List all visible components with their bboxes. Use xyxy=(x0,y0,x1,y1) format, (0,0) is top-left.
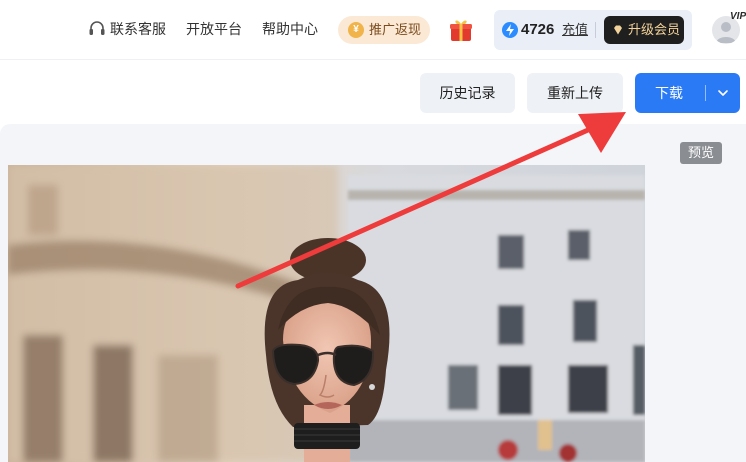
upgrade-vip-button[interactable]: 升级会员 xyxy=(604,16,684,44)
divider xyxy=(595,22,596,38)
upgrade-label: 升级会员 xyxy=(628,22,681,37)
preview-photo xyxy=(8,165,645,462)
promo-label: 推广返现 xyxy=(369,22,422,37)
chevron-down-icon[interactable] xyxy=(716,86,730,100)
coin-icon: ¥ xyxy=(348,22,364,38)
vip-badge: VIP xyxy=(730,11,746,22)
nav-link-help-center[interactable]: 帮助中心 xyxy=(262,20,318,38)
divider xyxy=(705,85,706,101)
download-label: 下载 xyxy=(655,85,683,101)
history-button[interactable]: 历史记录 xyxy=(420,73,515,113)
promo-cashback-button[interactable]: ¥ 推广返现 xyxy=(338,16,430,44)
preview-tag[interactable]: 预览 xyxy=(680,142,722,164)
bolt-icon xyxy=(502,22,518,38)
nav-link-support[interactable]: 联系客服 xyxy=(110,20,166,38)
gift-icon[interactable] xyxy=(448,17,474,43)
credit-count: 4726 xyxy=(521,21,555,38)
nav-link-open-platform[interactable]: 开放平台 xyxy=(186,20,242,38)
download-button[interactable]: 下载 xyxy=(635,73,740,113)
credit-panel: 4726 充值 升级会员 xyxy=(494,10,692,50)
reupload-button[interactable]: 重新上传 xyxy=(527,73,623,113)
headset-icon xyxy=(89,21,105,35)
diamond-icon xyxy=(614,25,622,35)
top-bar: 联系客服 开放平台 帮助中心 ¥ 推广返现 4726 充值 升级会员 VIP xyxy=(0,0,746,60)
recharge-link[interactable]: 充值 xyxy=(562,22,588,38)
